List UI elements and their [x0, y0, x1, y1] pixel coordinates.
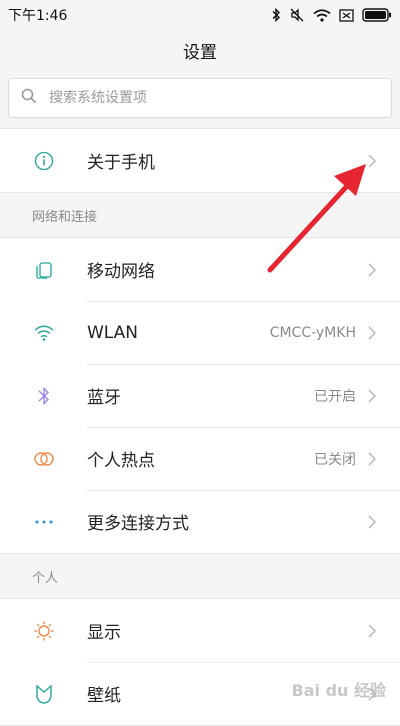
wallpaper-icon	[32, 682, 56, 706]
hotspot-icon	[32, 447, 56, 471]
wifi-status-icon	[313, 8, 331, 22]
search-box[interactable]	[8, 78, 392, 118]
section-header-network: 网络和连接	[0, 193, 400, 237]
hotspot-item[interactable]: 个人热点 已关闭	[0, 427, 400, 490]
bluetooth-label: 蓝牙	[87, 388, 121, 408]
status-bar: 下午1:46	[0, 0, 400, 30]
display-label: 显示	[87, 623, 121, 643]
search-container	[0, 70, 400, 128]
more-connections-item[interactable]: 更多连接方式	[0, 490, 400, 553]
page-title: 设置	[0, 30, 400, 70]
wlan-value: CMCC-yMKH	[269, 324, 356, 341]
about-group: 关于手机	[0, 128, 400, 193]
hotspot-value: 已关闭	[314, 451, 356, 468]
status-time: 下午1:46	[8, 8, 68, 24]
chevron-right-icon	[368, 452, 376, 465]
chevron-right-icon	[368, 515, 376, 528]
chevron-right-icon	[368, 154, 376, 167]
hotspot-label: 个人热点	[87, 451, 155, 471]
chevron-right-icon	[368, 624, 376, 637]
wlan-label: WLAN	[87, 322, 139, 343]
wifi-icon	[32, 321, 56, 345]
display-item[interactable]: 显示	[0, 599, 400, 662]
battery-icon	[362, 8, 392, 22]
sim-status-icon	[339, 8, 354, 22]
info-icon	[32, 149, 56, 173]
chevron-right-icon	[368, 326, 376, 339]
bluetooth-status-icon	[271, 8, 281, 22]
chevron-right-icon	[368, 389, 376, 402]
search-icon	[21, 88, 37, 108]
chevron-right-icon	[368, 263, 376, 276]
about-phone-item[interactable]: 关于手机	[0, 129, 400, 192]
sim-card-icon	[32, 258, 56, 282]
more-dots-icon	[32, 510, 56, 534]
brightness-icon	[32, 619, 56, 643]
bluetooth-icon	[32, 384, 56, 408]
wlan-item[interactable]: WLAN CMCC-yMKH	[0, 301, 400, 364]
search-input[interactable]	[47, 89, 351, 107]
bluetooth-value: 已开启	[314, 388, 356, 405]
baidu-watermark: Bai du 经验	[291, 681, 386, 700]
more-connections-label: 更多连接方式	[87, 514, 189, 534]
personal-group: 显示 壁纸	[0, 598, 400, 726]
network-group: 移动网络 WLAN CMCC-yMKH 蓝牙 已开启 个人热点 已关闭 更多连接…	[0, 237, 400, 554]
status-icons	[271, 8, 392, 22]
mobile-network-item[interactable]: 移动网络	[0, 238, 400, 301]
mute-status-icon	[289, 8, 305, 22]
about-phone-label: 关于手机	[87, 153, 155, 173]
bluetooth-item[interactable]: 蓝牙 已开启	[0, 364, 400, 427]
mobile-network-label: 移动网络	[87, 262, 155, 282]
section-header-personal: 个人	[0, 554, 400, 598]
